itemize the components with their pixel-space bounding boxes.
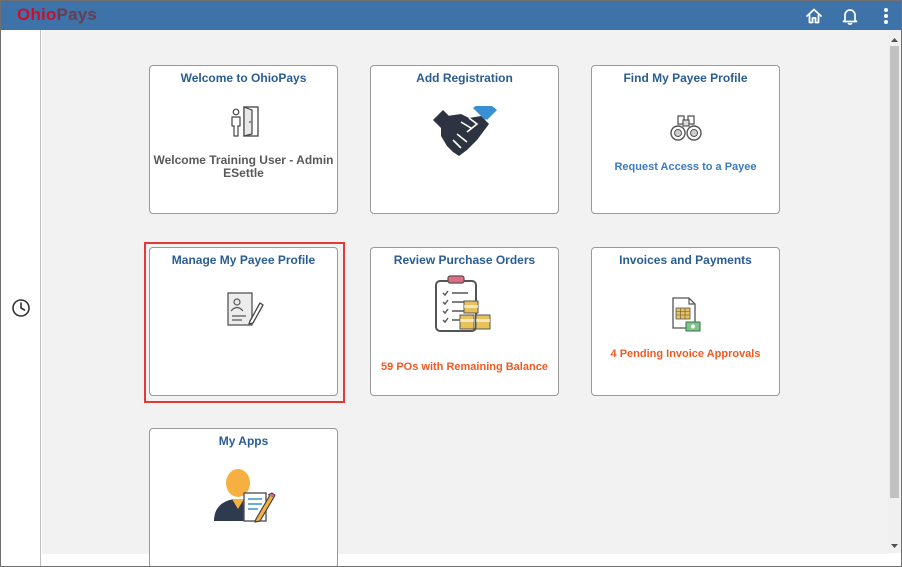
tile-title: My Apps [218, 434, 269, 448]
handshake-icon [432, 106, 497, 156]
home-icon[interactable] [803, 5, 825, 27]
purchase-orders-count: 59 POs with Remaining Balance [381, 361, 548, 373]
tile-add-registration[interactable]: Add Registration [370, 65, 559, 214]
request-access-link[interactable]: Request Access to a Payee [592, 161, 779, 173]
pending-invoice-count: 4 Pending Invoice Approvals [610, 348, 761, 360]
header-bar: OhioPays [1, 1, 901, 30]
scroll-down-arrow-icon[interactable] [888, 538, 901, 548]
tile-invoices-and-payments[interactable]: Invoices and Payments 4 Pending Invoice … [591, 247, 780, 396]
left-rail [1, 30, 41, 566]
tile-title: Welcome to OhioPays [180, 71, 307, 85]
welcome-user-id: ESettle [223, 166, 264, 180]
scroll-up-arrow-icon[interactable] [888, 32, 901, 42]
logo-text-pays: Pays [56, 5, 98, 24]
tile-title: Find My Payee Profile [623, 71, 748, 85]
tile-title: Review Purchase Orders [393, 253, 536, 267]
tile-find-payee-profile[interactable]: Find My Payee Profile Request Access to … [591, 65, 780, 214]
tile-title: Add Registration [416, 71, 513, 85]
history-icon[interactable] [11, 298, 31, 318]
invoice-money-icon [671, 297, 700, 332]
tile-title: Invoices and Payments [619, 253, 752, 267]
tile-my-apps[interactable]: My Apps [149, 428, 338, 566]
scroll-thumb[interactable] [890, 46, 899, 498]
binoculars-icon [669, 115, 702, 141]
logo-text-ohio: hio [30, 5, 57, 24]
person-door-icon [230, 106, 259, 137]
vertical-scrollbar[interactable] [888, 30, 901, 553]
kebab-menu-icon[interactable] [875, 5, 897, 27]
highlight-frame [144, 242, 345, 403]
clipboard-boxes-icon [434, 275, 490, 332]
tile-review-purchase-orders[interactable]: Review Purchase Orders 59 POs with Remai… [370, 247, 559, 396]
tile-welcome[interactable]: Welcome to OhioPays Welcome Training Use… [149, 65, 338, 214]
ohiopays-logo[interactable]: OhioPays [17, 5, 97, 25]
app-window: OhioPays Welcome to OhioPays Welcome Tra… [0, 0, 902, 567]
user-form-icon [213, 469, 276, 523]
logo-letter-o: O [17, 5, 31, 24]
bell-icon[interactable] [839, 5, 861, 27]
